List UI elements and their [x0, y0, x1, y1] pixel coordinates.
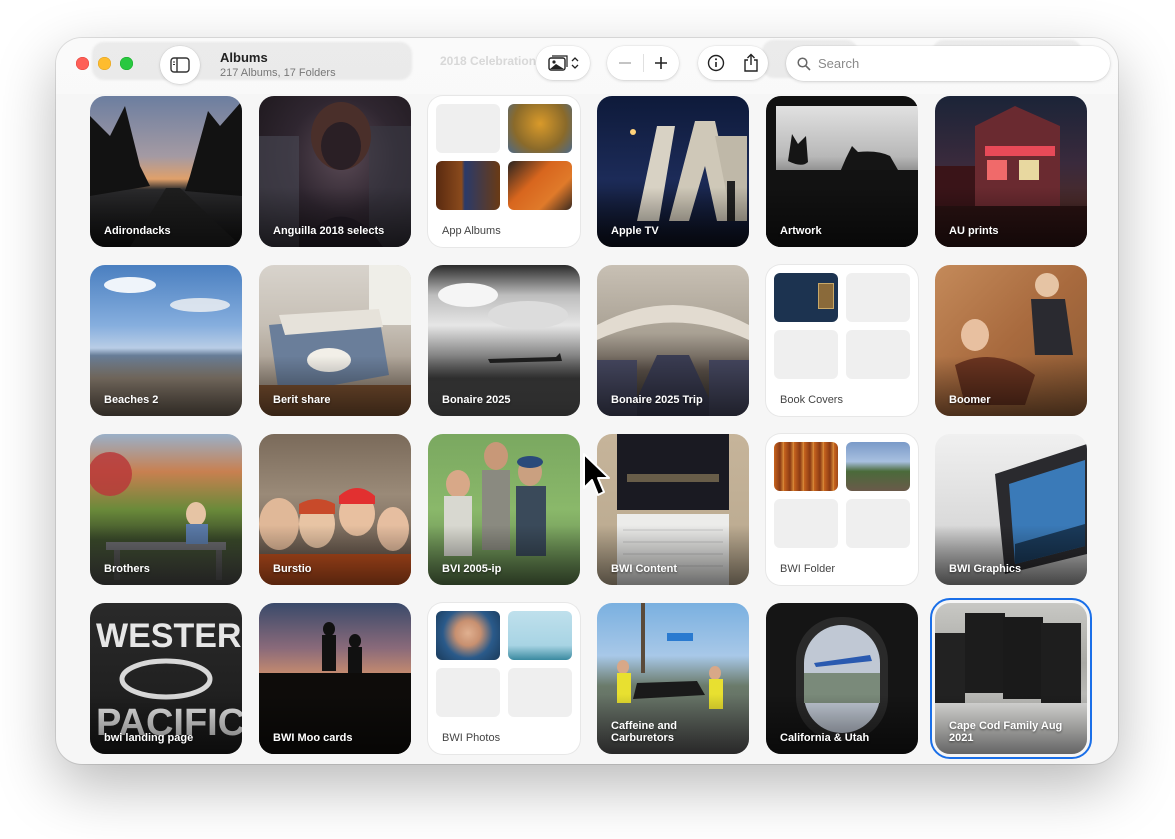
- album-label: BWI Content: [611, 563, 677, 575]
- preview-thumbnail: [436, 668, 500, 717]
- album-label: bwi landing page: [104, 732, 194, 744]
- plus-icon: [655, 57, 668, 69]
- title-block: Albums 217 Albums, 17 Folders: [220, 50, 336, 79]
- album-label: Bonaire 2025: [442, 394, 511, 406]
- actions-group: [698, 46, 768, 80]
- album-tile-berit-share[interactable]: Berit share: [259, 265, 411, 416]
- album-label: Brothers: [104, 563, 150, 575]
- folder-tile-bwi-photos[interactable]: BWI Photos: [428, 603, 580, 754]
- preview-thumbnail: [774, 442, 838, 491]
- share-button[interactable]: [733, 53, 768, 73]
- album-label: Adirondacks: [104, 225, 171, 237]
- album-tile-bwi-graphics[interactable]: BWI Graphics: [935, 434, 1087, 585]
- album-tile-artwork[interactable]: Artwork: [766, 96, 918, 247]
- album-label: Anguilla 2018 selects: [273, 225, 385, 237]
- info-button[interactable]: [698, 54, 733, 72]
- zoom-control: [607, 46, 679, 80]
- info-icon: [707, 54, 724, 72]
- folder-tile-app-albums[interactable]: App Albums: [428, 96, 580, 247]
- album-label: Caffeine and Carburetors: [611, 720, 678, 744]
- preview-thumbnail: [774, 273, 838, 322]
- page-title: Albums: [220, 50, 268, 65]
- album-label: BVI 2005-ip: [442, 563, 502, 575]
- photo-stack-icon: [548, 55, 579, 71]
- preview-thumbnail: [508, 161, 572, 210]
- album-tile-anguilla-2018-selects[interactable]: Anguilla 2018 selects: [259, 96, 411, 247]
- album-label: Apple TV: [611, 225, 659, 237]
- album-tile-california-utah[interactable]: California & Utah: [766, 603, 918, 754]
- album-label: BWI Moo cards: [273, 732, 353, 744]
- page-subtitle: 217 Albums, 17 Folders: [220, 67, 336, 79]
- folder-label: Book Covers: [780, 394, 843, 406]
- album-tile-bwi-moo-cards[interactable]: BWI Moo cards: [259, 603, 411, 754]
- preview-thumbnail: [508, 668, 572, 717]
- preview-thumbnail: [436, 161, 500, 210]
- search-icon: [797, 57, 811, 71]
- album-label: Bonaire 2025 Trip: [611, 394, 703, 406]
- preview-thumbnail: [846, 330, 910, 379]
- preview-thumbnail: [508, 104, 572, 153]
- album-tile-bonaire-2025[interactable]: Bonaire 2025: [428, 265, 580, 416]
- album-tile-au-prints[interactable]: AU prints: [935, 96, 1087, 247]
- preview-thumbnail: [846, 273, 910, 322]
- album-tile-bwi-content[interactable]: BWI Content: [597, 434, 749, 585]
- toolbar: 2018 Celebrations Albums 217 Albums, 17 …: [56, 38, 1118, 94]
- minimize-button[interactable]: [98, 57, 111, 70]
- preview-thumbnail: [774, 330, 838, 379]
- preview-thumbnail: [436, 611, 500, 660]
- album-tile-cape-cod-family-aug-2021[interactable]: Cape Cod Family Aug 2021: [930, 598, 1092, 759]
- album-tile-beaches-2[interactable]: Beaches 2: [90, 265, 242, 416]
- album-label: Beaches 2: [104, 394, 159, 406]
- album-tile-caffeine-and-carburetors[interactable]: Caffeine and Carburetors: [597, 603, 749, 754]
- preview-thumbnail: [846, 442, 910, 491]
- folder-preview-grid: [774, 442, 910, 548]
- album-label: Cape Cod Family Aug 2021: [949, 720, 1063, 744]
- folder-preview-grid: [436, 104, 572, 210]
- album-label: AU prints: [949, 225, 999, 237]
- album-label: Artwork: [780, 225, 822, 237]
- album-label: BWI Graphics: [949, 563, 1022, 575]
- album-tile-brothers[interactable]: Brothers: [90, 434, 242, 585]
- folder-label: App Albums: [442, 225, 501, 237]
- folder-preview-grid: [774, 273, 910, 379]
- album-label: California & Utah: [780, 732, 870, 744]
- folder-label: BWI Photos: [442, 732, 501, 744]
- search-field[interactable]: Search: [786, 46, 1110, 81]
- folder-preview-grid: [436, 611, 572, 717]
- album-tile-burstio[interactable]: Burstio: [259, 434, 411, 585]
- zoom-in-button[interactable]: [643, 56, 679, 70]
- zoom-button[interactable]: [120, 57, 133, 70]
- folder-tile-bwi-folder[interactable]: BWI Folder: [766, 434, 918, 585]
- preview-thumbnail: [846, 499, 910, 548]
- album-tile-boomer[interactable]: Boomer: [935, 265, 1087, 416]
- photos-window: Adirondacks Anguilla 2018 selects App Al…: [56, 38, 1118, 764]
- close-button[interactable]: [76, 57, 89, 70]
- share-icon: [743, 53, 758, 72]
- svg-text:WESTERN: WESTERN: [96, 617, 242, 655]
- album-tile-adirondacks[interactable]: Adirondacks: [90, 96, 242, 247]
- zoom-out-button[interactable]: [607, 56, 643, 70]
- album-tile-bwi-landing-page[interactable]: WESTERN PACIFIC bwi landing page: [90, 603, 242, 754]
- preview-thumbnail: [508, 611, 572, 660]
- folder-label: BWI Folder: [780, 563, 836, 575]
- sidebar-toggle-button[interactable]: [160, 46, 200, 84]
- album-tile-bonaire-2025-trip[interactable]: Bonaire 2025 Trip: [597, 265, 749, 416]
- search-input[interactable]: Search: [818, 56, 859, 71]
- minus-icon: [618, 62, 631, 64]
- album-grid: Adirondacks Anguilla 2018 selects App Al…: [90, 96, 1092, 759]
- album-tile-bvi-2005-ip[interactable]: BVI 2005-ip: [428, 434, 580, 585]
- folder-tile-book-covers[interactable]: Book Covers: [766, 265, 918, 416]
- album-tile-apple-tv[interactable]: Apple TV: [597, 96, 749, 247]
- preview-thumbnail: [774, 499, 838, 548]
- album-label: Burstio: [273, 563, 312, 575]
- preview-thumbnail: [436, 104, 500, 153]
- mouse-cursor-icon: [583, 453, 610, 496]
- album-label: Boomer: [949, 394, 991, 406]
- scrolled-content-ghost-text: 2018 Celebrations: [440, 54, 543, 68]
- sidebar-icon: [170, 57, 190, 73]
- album-label: Berit share: [273, 394, 331, 406]
- view-options-button[interactable]: [536, 46, 590, 80]
